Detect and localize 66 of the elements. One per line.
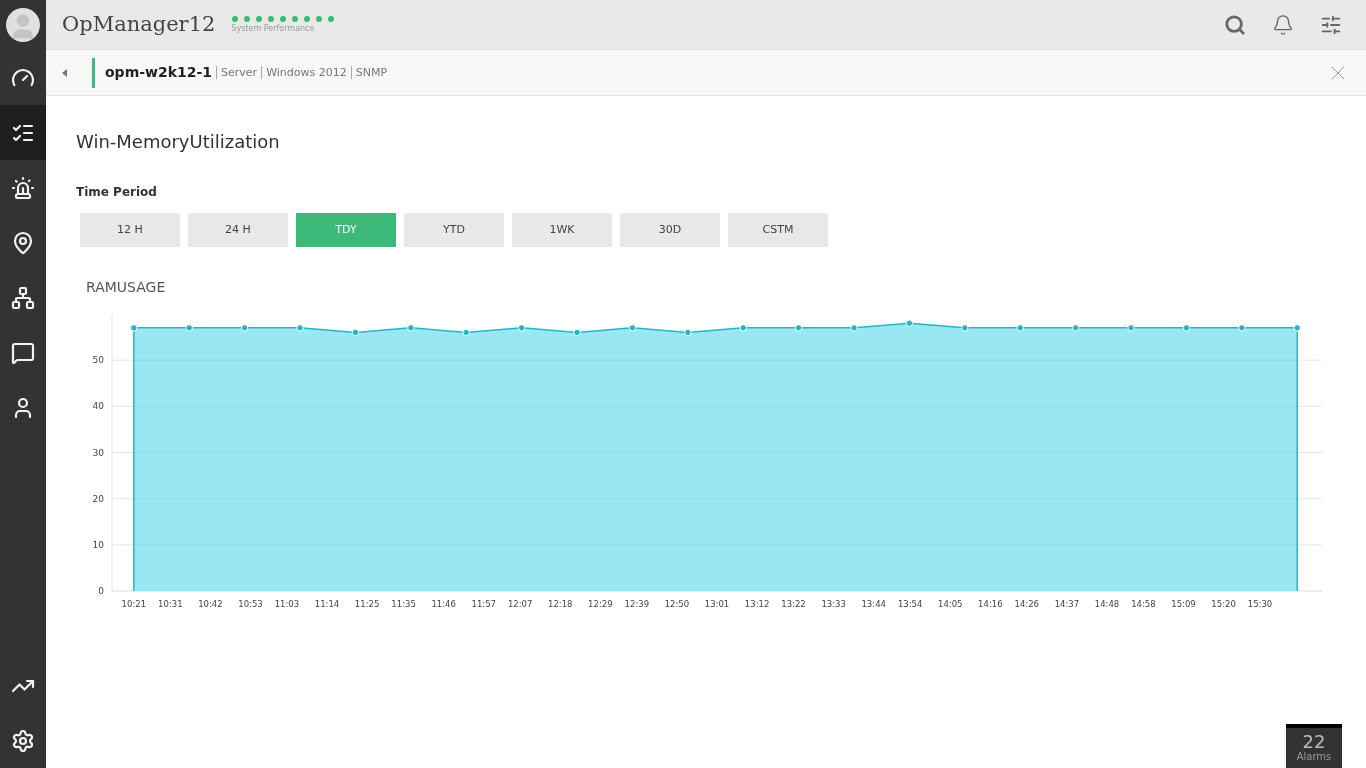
alarm-label: Alarms: [1296, 751, 1332, 763]
back-caret-icon[interactable]: [62, 68, 67, 77]
x-axis-label: 13:22: [781, 599, 806, 608]
y-axis-label: 50: [92, 355, 104, 366]
time-period-tab[interactable]: 30D: [620, 213, 720, 247]
x-axis-label: 15:09: [1171, 599, 1196, 608]
chart-title: RAMUSAGE: [86, 278, 167, 297]
sidebar-item[interactable]: [0, 105, 46, 160]
x-axis-label: 11:57: [471, 599, 496, 608]
x-axis-label: 13:54: [897, 599, 923, 608]
time-period-label: Time Period: [76, 184, 158, 201]
x-axis-label: 14:26: [1014, 599, 1040, 608]
bell-icon[interactable]: [1272, 13, 1294, 36]
status-label: System Performance: [231, 22, 316, 35]
x-axis-label: 11:25: [354, 599, 380, 608]
time-period-tab[interactable]: 24 H: [188, 213, 288, 247]
x-axis-label: 10:53: [238, 599, 263, 608]
status-dots-icon: [231, 14, 336, 23]
x-axis-label: 12:29: [588, 599, 613, 608]
avatar-icon[interactable]: [6, 8, 40, 42]
x-axis-label: 12:07: [507, 599, 533, 608]
x-axis-label: 10:42: [198, 599, 223, 608]
x-axis-label: 11:46: [431, 599, 456, 608]
x-axis-label: 10:21: [121, 599, 147, 608]
x-axis-label: 13:12: [744, 599, 770, 608]
y-axis-label: 20: [92, 493, 104, 504]
time-period-tab[interactable]: 1WK: [512, 213, 612, 247]
app-title: OpManager12: [62, 10, 216, 38]
y-axis-label: 40: [92, 401, 104, 412]
x-axis-label: 12:50: [664, 599, 690, 608]
x-axis-label: 14:48: [1094, 599, 1120, 608]
y-axis-label: 30: [92, 447, 104, 458]
x-axis-label: 14:16: [978, 599, 1003, 608]
time-period-tab[interactable]: 12 H: [80, 213, 180, 247]
x-axis-label: 12:39: [624, 599, 650, 608]
settings-sliders-icon[interactable]: [1320, 13, 1342, 36]
siren-icon: [11, 175, 35, 200]
page-title: Win-MemoryUtilization: [76, 130, 281, 154]
network-icon: [11, 285, 35, 310]
x-axis-label: 11:14: [314, 599, 340, 608]
device-detail: Windows 2012: [261, 66, 347, 79]
x-axis-label: 14:37: [1054, 599, 1080, 608]
time-period-tab[interactable]: YTD: [404, 213, 504, 247]
device-name: opm-w2k12-1: [105, 63, 213, 82]
chat-icon: [11, 340, 35, 365]
x-axis-label: 13:44: [861, 599, 886, 608]
device-detail: Server: [216, 66, 258, 79]
alarm-count: 22: [1302, 733, 1326, 751]
x-axis-label: 12:18: [548, 599, 573, 608]
x-axis-label: 11:03: [274, 599, 300, 608]
y-axis-label: 0: [98, 586, 104, 596]
settings-icon: [11, 728, 35, 753]
x-axis-label: 14:05: [938, 599, 963, 608]
x-axis-label: 13:33: [821, 599, 846, 608]
y-axis-label: 10: [92, 539, 104, 550]
alarms-badge[interactable]: 22 Alarms: [1286, 724, 1342, 768]
map-pin-icon: [11, 230, 35, 255]
x-axis-label: 15:30: [1247, 599, 1273, 608]
x-axis-label: 13:01: [704, 599, 730, 608]
search-icon[interactable]: [1224, 13, 1246, 36]
time-period-tab[interactable]: CSTM: [728, 213, 828, 247]
x-axis-label: 14:58: [1131, 599, 1156, 608]
x-axis-label: 11:35: [391, 599, 416, 608]
x-axis-label: 15:20: [1211, 599, 1236, 608]
device-detail: SNMP: [350, 66, 388, 79]
x-axis-label: 10:31: [158, 599, 183, 608]
